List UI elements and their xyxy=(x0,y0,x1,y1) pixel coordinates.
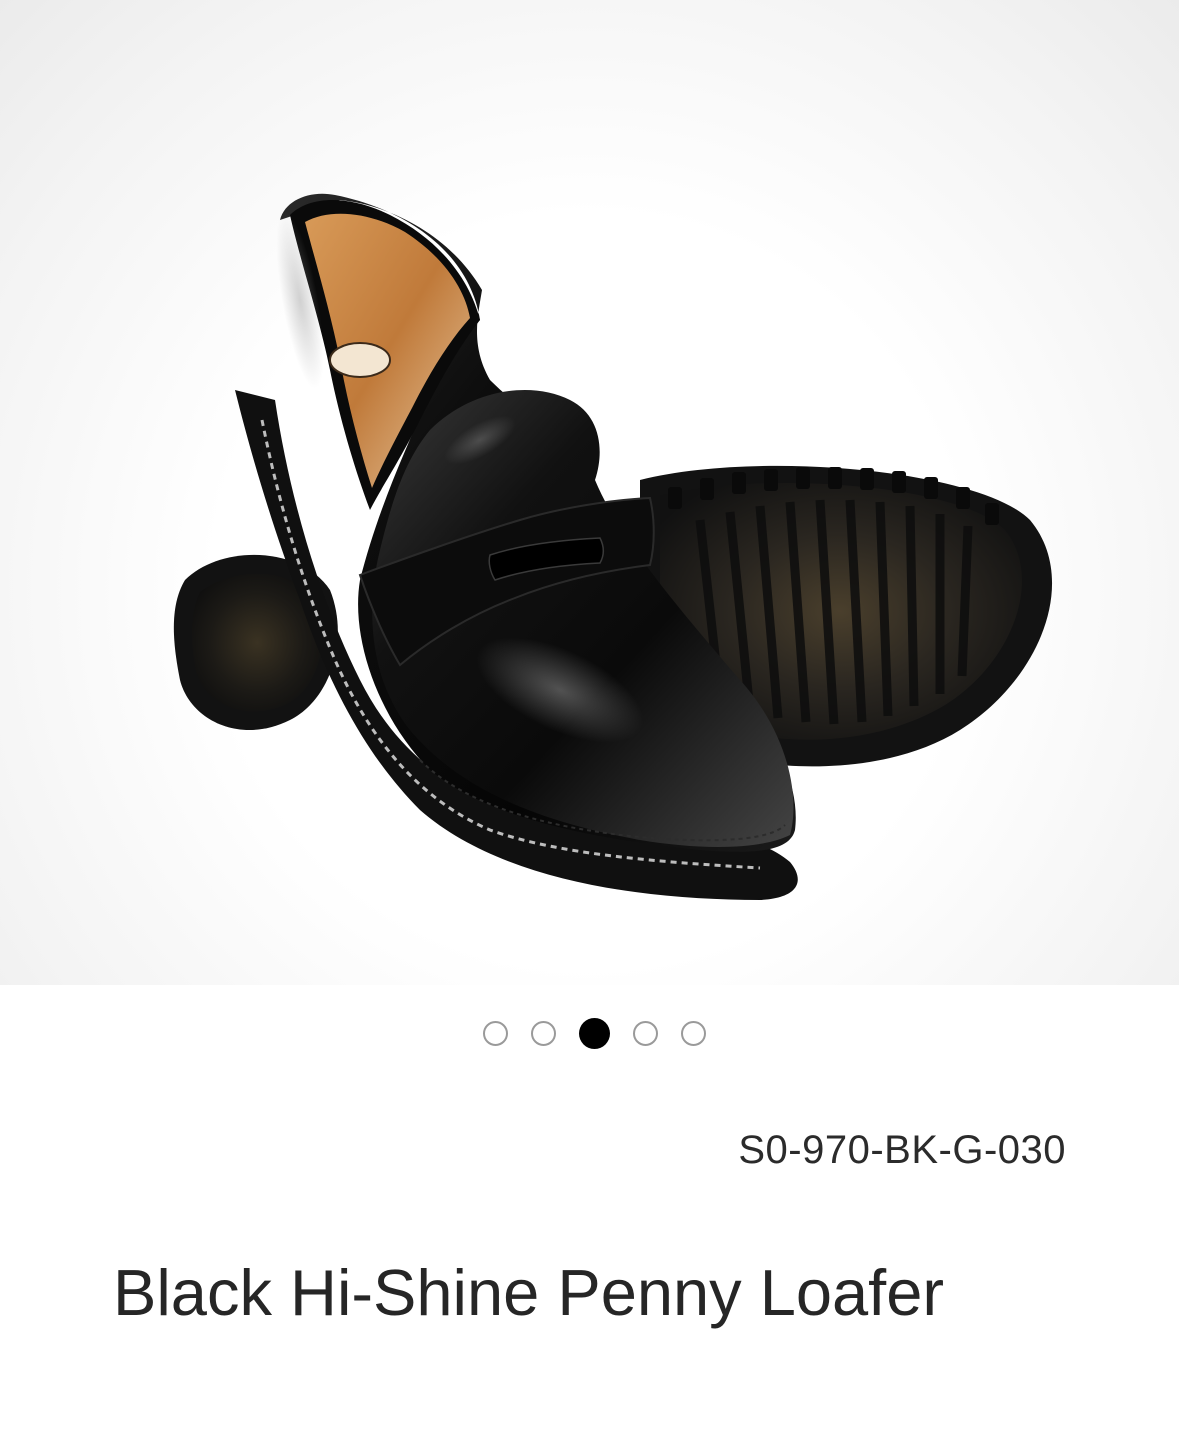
carousel-dot-1[interactable] xyxy=(483,1020,508,1046)
carousel-dot-5[interactable] xyxy=(681,1020,706,1046)
product-title: Black Hi-Shine Penny Loafer xyxy=(113,1256,945,1329)
carousel-dot-2[interactable] xyxy=(531,1020,556,1046)
carousel-pagination xyxy=(0,1015,1179,1051)
product-image xyxy=(173,193,1053,900)
product-sku: S0-970-BK-G-030 xyxy=(738,1128,1066,1172)
brand-logo xyxy=(329,342,391,378)
product-image-gallery[interactable] xyxy=(0,0,1179,985)
carousel-dot-4[interactable] xyxy=(633,1020,658,1046)
carousel-dot-3-active[interactable] xyxy=(579,1017,610,1049)
